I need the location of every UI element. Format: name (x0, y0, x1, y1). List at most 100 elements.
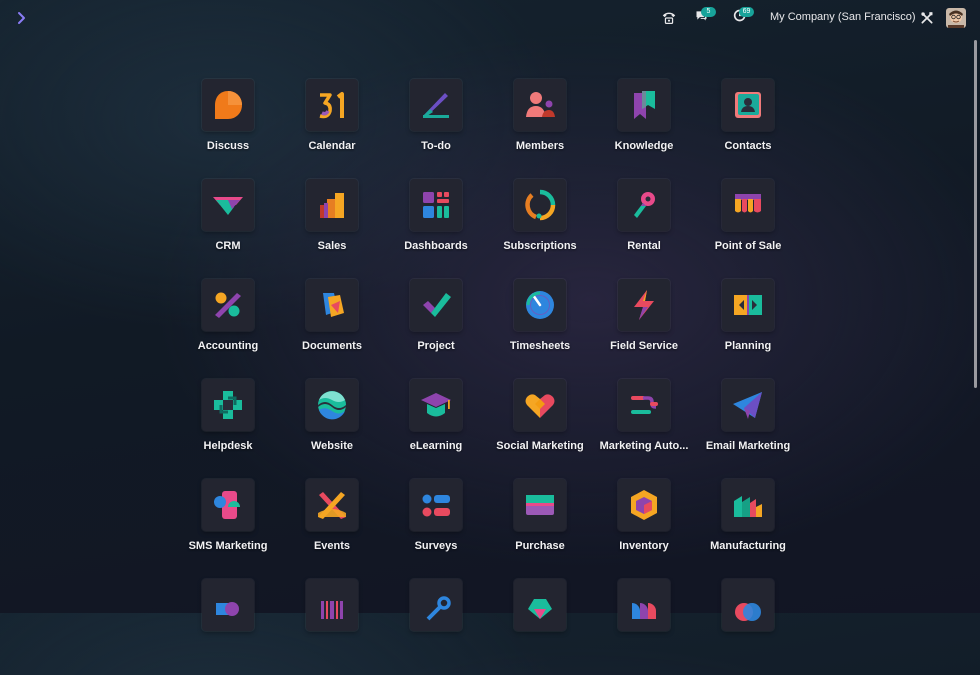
user-avatar-icon[interactable] (946, 8, 966, 28)
app-tile[interactable] (696, 579, 800, 675)
documents-icon (306, 279, 358, 331)
app-label: Project (417, 340, 455, 352)
company-switcher[interactable]: My Company (San Francisco) (770, 11, 916, 23)
app-surveys[interactable]: Surveys (384, 479, 488, 575)
purchase-icon (514, 479, 566, 531)
top-navbar: 5 69 My Company (San Francisco) (0, 0, 980, 36)
chevron-right-icon[interactable] (14, 10, 30, 26)
app-knowledge[interactable]: Knowledge (592, 79, 696, 175)
app-manufacturing[interactable]: Manufacturing (696, 479, 800, 575)
subscriptions-icon (514, 179, 566, 231)
app-label: Accounting (197, 340, 259, 352)
app-label: Members (515, 140, 565, 152)
app-sales[interactable]: Sales (280, 179, 384, 275)
app-label: Inventory (619, 540, 669, 552)
app-documents[interactable]: Documents (280, 279, 384, 375)
app-label: To-do (421, 140, 451, 152)
events-icon (306, 479, 358, 531)
knowledge-icon (618, 79, 670, 131)
app-sms-marketing[interactable]: SMS Marketing (176, 479, 280, 575)
app-tile[interactable] (280, 579, 384, 675)
app-label: Email Marketing (705, 440, 791, 452)
app-label: Field Service (610, 340, 678, 352)
app-crm[interactable]: CRM (176, 179, 280, 275)
app-label: Manufacturing (710, 540, 786, 552)
app-todo[interactable]: To-do (384, 79, 488, 175)
app-label: Timesheets (509, 340, 571, 352)
app-discuss[interactable]: Discuss (176, 79, 280, 175)
app-tile[interactable] (488, 579, 592, 675)
email-marketing-icon (722, 379, 774, 431)
app-label: Planning (724, 340, 772, 352)
partial-app-icon-3 (410, 579, 462, 631)
app-marketing-automation[interactable]: Marketing Auto... (592, 379, 696, 475)
app-tile[interactable] (384, 579, 488, 675)
surveys-icon (410, 479, 462, 531)
dashboards-icon (410, 179, 462, 231)
app-label: Calendar (308, 140, 356, 152)
app-label: Knowledge (614, 140, 674, 152)
app-label: Point of Sale (714, 240, 782, 252)
app-label: Helpdesk (203, 440, 253, 452)
elearning-icon (410, 379, 462, 431)
app-tile[interactable] (592, 579, 696, 675)
timesheets-icon (514, 279, 566, 331)
app-label: Documents (302, 340, 362, 352)
partial-app-icon-6 (722, 579, 774, 631)
todo-icon (410, 79, 462, 131)
app-subscriptions[interactable]: Subscriptions (488, 179, 592, 275)
app-label: Marketing Auto... (599, 440, 689, 452)
app-contacts[interactable]: Contacts (696, 79, 800, 175)
partial-app-icon-5 (618, 579, 670, 631)
app-calendar[interactable]: Calendar (280, 79, 384, 175)
social-marketing-icon (514, 379, 566, 431)
inventory-icon (618, 479, 670, 531)
manufacturing-icon (722, 479, 774, 531)
field-service-icon (618, 279, 670, 331)
project-icon (410, 279, 462, 331)
app-purchase[interactable]: Purchase (488, 479, 592, 575)
app-label: Website (311, 440, 353, 452)
app-point-of-sale[interactable]: Point of Sale (696, 179, 800, 275)
point-of-sale-icon (722, 179, 774, 231)
app-label: Events (313, 540, 351, 552)
app-project[interactable]: Project (384, 279, 488, 375)
app-rental[interactable]: Rental (592, 179, 696, 275)
app-label: SMS Marketing (188, 540, 268, 552)
phone-icon[interactable] (660, 9, 678, 27)
app-events[interactable]: Events (280, 479, 384, 575)
sales-icon (306, 179, 358, 231)
rental-icon (618, 179, 670, 231)
app-inventory[interactable]: Inventory (592, 479, 696, 575)
app-label: Purchase (515, 540, 565, 552)
sms-marketing-icon (202, 479, 254, 531)
app-label: eLearning (409, 440, 463, 452)
app-label: Sales (317, 240, 347, 252)
app-timesheets[interactable]: Timesheets (488, 279, 592, 375)
app-social-marketing[interactable]: Social Marketing (488, 379, 592, 475)
app-elearning[interactable]: eLearning (384, 379, 488, 475)
messages-count-badge: 5 (701, 7, 716, 17)
app-accounting[interactable]: Accounting (176, 279, 280, 375)
app-email-marketing[interactable]: Email Marketing (696, 379, 800, 475)
accounting-icon (202, 279, 254, 331)
app-members[interactable]: Members (488, 79, 592, 175)
app-label: Discuss (206, 140, 250, 152)
scrollbar[interactable] (974, 40, 977, 388)
tools-icon[interactable] (918, 9, 936, 27)
app-tile[interactable] (176, 579, 280, 675)
app-label: Contacts (724, 140, 772, 152)
barcode-icon (306, 579, 358, 631)
app-website[interactable]: Website (280, 379, 384, 475)
app-dashboards[interactable]: Dashboards (384, 179, 488, 275)
activities-count-badge: 69 (739, 7, 754, 17)
partial-app-icon-4 (514, 579, 566, 631)
app-helpdesk[interactable]: Helpdesk (176, 379, 280, 475)
app-label: Dashboards (404, 240, 468, 252)
messages-button[interactable]: 5 (690, 7, 716, 27)
discuss-icon (202, 79, 254, 131)
helpdesk-icon (202, 379, 254, 431)
app-field-service[interactable]: Field Service (592, 279, 696, 375)
activities-button[interactable]: 69 (728, 7, 754, 27)
app-planning[interactable]: Planning (696, 279, 800, 375)
